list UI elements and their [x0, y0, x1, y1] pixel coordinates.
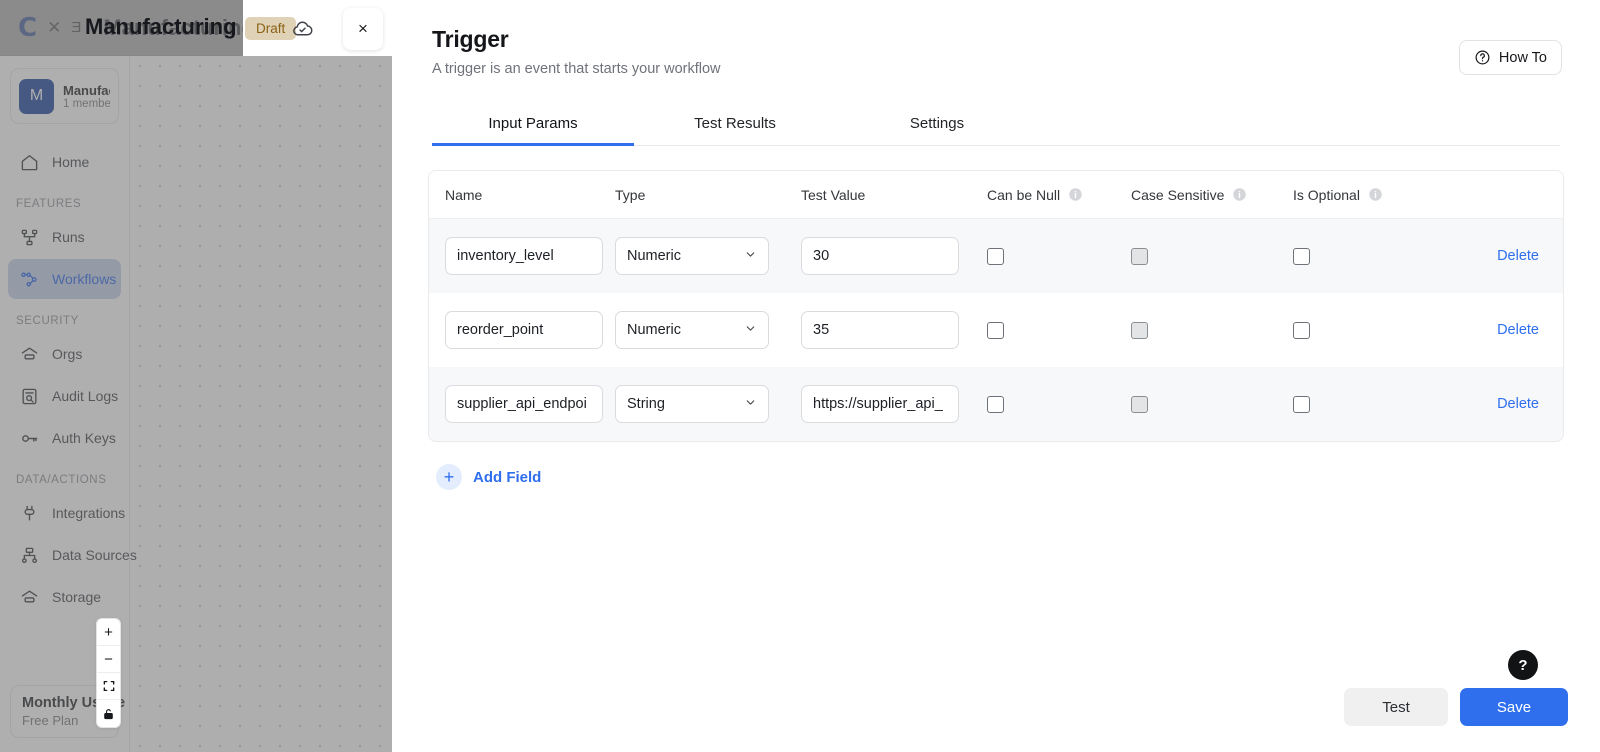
param-type-value: String	[627, 396, 665, 412]
panel-tabs: Input Params Test Results Settings	[432, 103, 1560, 146]
column-label: Can be Null	[987, 187, 1060, 203]
tab-settings[interactable]: Settings	[836, 103, 1038, 145]
column-header-name: Name	[429, 187, 615, 203]
page-title: Trigger	[432, 26, 1560, 53]
case-sensitive-checkbox	[1131, 248, 1148, 265]
param-type-select[interactable]: Numeric	[615, 237, 769, 275]
chevron-down-icon	[744, 322, 757, 338]
param-type-select[interactable]: String	[615, 385, 769, 423]
param-name-input[interactable]: inventory_level	[445, 237, 603, 275]
column-header-type: Type	[615, 187, 801, 203]
param-name-input[interactable]: reorder_point	[445, 311, 603, 349]
add-field-button[interactable]: + Add Field	[428, 464, 1564, 490]
param-test-value-input[interactable]: 35	[801, 311, 959, 349]
delete-row-button[interactable]: Delete	[1497, 322, 1539, 338]
how-to-button[interactable]: How To	[1459, 40, 1562, 75]
tab-input-params[interactable]: Input Params	[432, 103, 634, 145]
column-header-case-sensitive: Case Sensitive	[1131, 187, 1293, 203]
column-header-test-value: Test Value	[801, 187, 987, 203]
can-be-null-checkbox[interactable]	[987, 248, 1004, 265]
table-row: reorder_point Numeric 35 Delete	[429, 293, 1563, 367]
close-modal-button[interactable]: ×	[343, 8, 383, 50]
page-subtitle: A trigger is an event that starts your w…	[432, 61, 1560, 77]
table-row: inventory_level Numeric 30 Delete	[429, 219, 1563, 293]
lock-icon[interactable]	[97, 700, 120, 727]
table-header-row: Name Type Test Value Can be Null Case Se…	[429, 171, 1563, 219]
column-label: Case Sensitive	[1131, 187, 1224, 203]
chevron-down-icon	[744, 396, 757, 412]
param-name-input[interactable]: supplier_api_endpoi	[445, 385, 603, 423]
add-field-label: Add Field	[473, 469, 541, 486]
chevron-down-icon	[744, 248, 757, 264]
modal-scrim[interactable]	[0, 0, 392, 752]
case-sensitive-checkbox	[1131, 396, 1148, 413]
is-optional-checkbox[interactable]	[1293, 396, 1310, 413]
is-optional-checkbox[interactable]	[1293, 322, 1310, 339]
param-test-value-input[interactable]: 30	[801, 237, 959, 275]
param-type-value: Numeric	[627, 248, 681, 264]
delete-row-button[interactable]: Delete	[1497, 248, 1539, 264]
question-circle-icon	[1474, 49, 1491, 66]
input-params-table: Name Type Test Value Can be Null Case Se…	[428, 170, 1564, 442]
help-fab-button[interactable]: ?	[1508, 650, 1538, 680]
is-optional-checkbox[interactable]	[1293, 248, 1310, 265]
save-button[interactable]: Save	[1460, 688, 1568, 726]
status-badge-overlay: Draft	[245, 17, 296, 40]
can-be-null-checkbox[interactable]	[987, 322, 1004, 339]
param-type-value: Numeric	[627, 322, 681, 338]
param-type-select[interactable]: Numeric	[615, 311, 769, 349]
zoom-in-button[interactable]: +	[97, 619, 120, 646]
param-test-value-input[interactable]: https://supplier_api_	[801, 385, 959, 423]
test-button[interactable]: Test	[1344, 688, 1448, 726]
info-icon[interactable]	[1368, 187, 1383, 202]
panel-footer: Test Save	[392, 680, 1600, 752]
can-be-null-checkbox[interactable]	[987, 396, 1004, 413]
zoom-out-button[interactable]: −	[97, 646, 120, 673]
cloud-check-icon-overlay	[292, 19, 313, 45]
canvas-zoom-controls: + −	[96, 618, 121, 728]
document-title-overlay: Manufacturing	[85, 14, 237, 40]
delete-row-button[interactable]: Delete	[1497, 396, 1539, 412]
how-to-label: How To	[1499, 50, 1547, 66]
column-header-is-optional: Is Optional	[1293, 187, 1439, 203]
info-icon[interactable]	[1068, 187, 1083, 202]
fit-screen-icon[interactable]	[97, 673, 120, 700]
trigger-panel: Trigger A trigger is an event that start…	[392, 0, 1600, 752]
case-sensitive-checkbox	[1131, 322, 1148, 339]
table-row: supplier_api_endpoi String https://suppl…	[429, 367, 1563, 441]
column-header-can-be-null: Can be Null	[987, 187, 1131, 203]
column-label: Is Optional	[1293, 187, 1360, 203]
tab-test-results[interactable]: Test Results	[634, 103, 836, 145]
plus-icon: +	[436, 464, 462, 490]
info-icon[interactable]	[1232, 187, 1247, 202]
